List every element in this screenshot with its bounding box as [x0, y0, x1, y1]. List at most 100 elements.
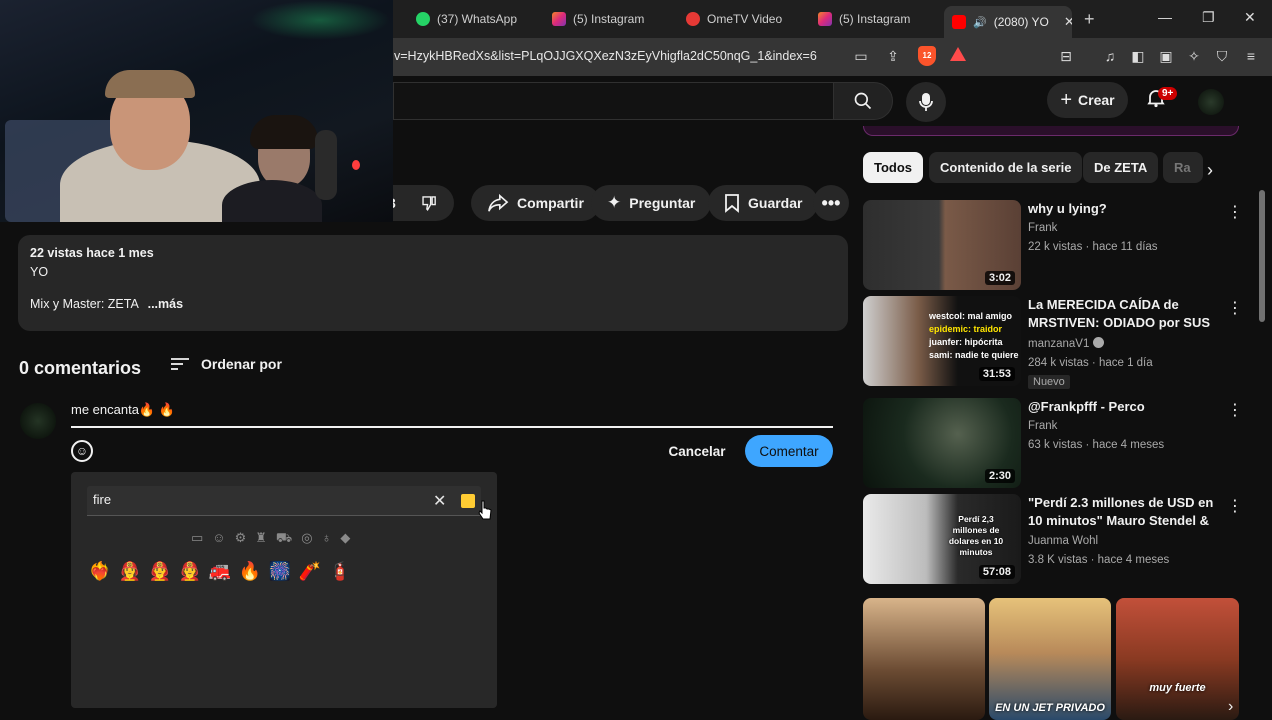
youtube-category-icon[interactable]: ▭	[191, 530, 203, 548]
leo-icon[interactable]: ✧	[1186, 48, 1202, 64]
shorts-next-icon[interactable]: ›	[1228, 698, 1233, 716]
description-line: YO	[30, 265, 49, 279]
thumbs-down-icon	[422, 196, 436, 211]
video-thumbnail[interactable]: Perdí 2,3 millones de dolares en 10 minu…	[863, 494, 1021, 584]
channel-name[interactable]: Juanma Wohl	[1028, 535, 1098, 547]
share-button[interactable]: Compartir	[471, 185, 600, 221]
wallet-icon[interactable]: ▣	[1158, 48, 1174, 64]
short-thumbnail[interactable]: EN UN JET PRIVADO	[989, 598, 1111, 720]
suggested-video[interactable]: 3:02 why u lying? Frank 22 k vistas · ha…	[863, 200, 1253, 290]
emoji-result[interactable]: 🎆	[269, 560, 291, 582]
video-title[interactable]: "Perdí 2.3 millones de USD en 10 minutos…	[1028, 494, 1223, 532]
suggested-video[interactable]: westcol: mal amigo epidemic: traidor jua…	[863, 296, 1253, 389]
bulb-category-icon[interactable]: ♁	[322, 530, 332, 548]
emoji-result[interactable]: 👨‍🚒	[149, 560, 171, 582]
car-category-icon[interactable]: ⛟	[276, 530, 292, 548]
video-meta: 22 k vistas · hace 11 días	[1028, 241, 1158, 253]
channel-name[interactable]: Frank	[1028, 222, 1057, 234]
bookmark-icon	[725, 194, 739, 213]
video-title[interactable]: @Frankpfff - Perco	[1028, 398, 1223, 416]
account-avatar[interactable]	[1198, 89, 1224, 115]
emoji-result[interactable]: 🧨	[299, 560, 321, 582]
new-tab-button[interactable]: +	[1084, 9, 1095, 30]
skin-tone-button[interactable]	[461, 494, 475, 508]
gear-category-icon[interactable]: ⚙	[235, 530, 247, 548]
channel-name[interactable]: manzanaV1	[1028, 337, 1105, 350]
more-link[interactable]: ...más	[148, 297, 183, 311]
sort-button[interactable]: Ordenar por	[171, 356, 282, 372]
browser-tab-active[interactable]: 🔊 (2080) YO ✕	[944, 6, 1072, 38]
cast-icon[interactable]: ▭	[853, 48, 869, 64]
emoji-result[interactable]: 👩‍🚒	[119, 560, 141, 582]
search-button[interactable]	[833, 82, 893, 120]
vpn-icon[interactable]: ⛉	[1214, 48, 1230, 64]
more-actions-button[interactable]: •••	[813, 185, 849, 221]
video-thumbnail[interactable]: westcol: mal amigo epidemic: traidor jua…	[863, 296, 1021, 386]
short-thumbnail[interactable]: muy fuerte	[1116, 598, 1239, 720]
duration-badge: 31:53	[978, 367, 1015, 381]
chip-all[interactable]: Todos	[863, 152, 924, 183]
emoji-result[interactable]: 🧯	[329, 560, 351, 582]
chevron-right-icon[interactable]: ›	[1207, 160, 1213, 181]
video-meta: 3.8 K vistas · hace 4 meses	[1028, 554, 1170, 566]
ball-category-icon[interactable]: ◎	[301, 530, 312, 548]
tab-search-icon[interactable]: ⊟	[1058, 48, 1074, 64]
minimize-button[interactable]: —	[1158, 9, 1172, 25]
save-button[interactable]: Guardar	[708, 185, 819, 221]
cake-category-icon[interactable]: ♜	[255, 530, 267, 548]
cancel-button[interactable]: Cancelar	[658, 436, 736, 466]
menu-icon[interactable]: ≡	[1243, 48, 1259, 64]
browser-tab[interactable]: OmeTV Video	[678, 6, 802, 32]
page-scrollbar[interactable]	[1259, 190, 1265, 322]
clear-search-icon[interactable]: ✕	[433, 491, 446, 511]
video-description[interactable]: 22 vistas hace 1 mes YO Mix y Master: ZE…	[18, 235, 848, 331]
voice-search-button[interactable]	[906, 82, 946, 122]
share-icon[interactable]: ⇪	[885, 48, 901, 64]
create-button[interactable]: + Crear	[1047, 82, 1128, 118]
comment-submit-button[interactable]: Comentar	[745, 435, 833, 467]
brave-rewards-icon[interactable]	[950, 47, 966, 61]
smiley-category-icon[interactable]: ☺	[212, 530, 225, 548]
video-thumbnail[interactable]: 3:02	[863, 200, 1021, 290]
suggested-video[interactable]: Perdí 2,3 millones de dolares en 10 minu…	[863, 494, 1253, 584]
video-title[interactable]: why u lying?	[1028, 200, 1223, 218]
more-vertical-icon[interactable]: ⋮	[1227, 400, 1243, 420]
emoji-results: ❤️‍🔥 👩‍🚒 👨‍🚒 🧑‍🚒 🚒 🔥 🎆 🧨 🧯	[89, 560, 351, 582]
speaker-icon: 🔊	[973, 16, 987, 29]
restore-button[interactable]: ❐	[1202, 9, 1215, 26]
more-vertical-icon[interactable]: ⋮	[1227, 496, 1243, 516]
comment-input[interactable]: me encanta🔥 🔥	[71, 402, 833, 428]
chip-from-zeta[interactable]: De ZETA	[1083, 152, 1159, 183]
webcam-overlay	[0, 0, 393, 222]
emoji-button[interactable]: ☺	[71, 440, 93, 462]
short-thumbnail[interactable]	[863, 598, 985, 720]
video-title[interactable]: La MERECIDA CAÍDA de MRSTIVEN: ODIADO po…	[1028, 296, 1223, 334]
channel-name[interactable]: Frank	[1028, 420, 1057, 432]
search-input[interactable]	[393, 82, 833, 120]
browser-tab[interactable]: (5) Instagram	[810, 6, 936, 32]
browser-tab[interactable]: (37) WhatsApp	[408, 6, 534, 32]
chip-series[interactable]: Contenido de la serie	[929, 152, 1083, 183]
more-vertical-icon[interactable]: ⋮	[1227, 298, 1243, 318]
diamond-category-icon[interactable]: ◆	[340, 530, 350, 548]
close-tab-icon[interactable]: ✕	[1064, 14, 1072, 30]
brave-shields-icon[interactable]: 12	[918, 46, 936, 66]
music-icon[interactable]: ♫	[1102, 48, 1118, 64]
emoji-result[interactable]: 🔥	[239, 560, 261, 582]
thumbnail-caption: Perdí 2,3 millones de dolares en 10 minu…	[948, 514, 1004, 557]
url-field[interactable]: v=HzykHBRedXs&list=PLqOJJGXQXezN3zEyVhig…	[394, 49, 817, 63]
emoji-result[interactable]: 🧑‍🚒	[179, 560, 201, 582]
close-window-button[interactable]: ✕	[1244, 9, 1256, 26]
video-meta: 284 k vistas · hace 1 día	[1028, 357, 1153, 369]
video-thumbnail[interactable]: 2:30	[863, 398, 1021, 488]
emoji-search-input[interactable]: fire	[87, 486, 481, 516]
browser-tab[interactable]: (5) Instagram	[544, 6, 670, 32]
emoji-result[interactable]: ❤️‍🔥	[89, 560, 111, 582]
sidebar-icon[interactable]: ◧	[1130, 48, 1146, 64]
suggested-video[interactable]: 2:30 @Frankpfff - Perco Frank 63 k vista…	[863, 398, 1253, 488]
more-vertical-icon[interactable]: ⋮	[1227, 202, 1243, 222]
ask-button[interactable]: ✦ Preguntar	[591, 185, 712, 221]
emoji-result[interactable]: 🚒	[209, 560, 231, 582]
instagram-icon	[818, 12, 832, 26]
chip-related[interactable]: Ra	[1163, 152, 1203, 183]
